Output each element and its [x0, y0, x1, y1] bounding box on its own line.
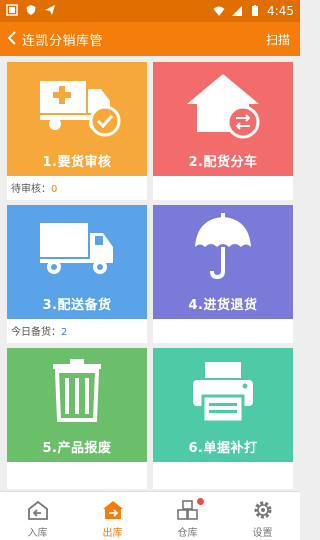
today-prep-info: 今日备货：2 — [11, 323, 67, 338]
app-bar: 连凯分销库管 扫描 — [0, 22, 300, 56]
wifi-icon — [213, 6, 225, 16]
tile-label: 1.要货审核 — [42, 155, 112, 170]
today-prep-count: 2 — [61, 327, 68, 338]
tile-product-scrap[interactable]: 5.产品报废 — [7, 348, 147, 462]
card-dispatch: 2.配货分车 — [153, 62, 293, 200]
tab-outbound[interactable]: 出库 — [75, 492, 150, 540]
back-button[interactable] — [6, 29, 18, 51]
pending-review-count: 0 — [51, 184, 58, 195]
card-product-scrap: 5.产品报废 — [7, 348, 147, 489]
today-prep-label: 今日备货： — [11, 327, 61, 338]
tab-label: 设置 — [252, 528, 273, 539]
tab-label: 入库 — [27, 528, 48, 539]
trash-icon — [53, 359, 101, 422]
tab-label: 出库 — [102, 528, 123, 539]
printer-icon — [193, 362, 253, 424]
card-delivery-prep: 3.配送备货 今日备货：2 — [7, 205, 147, 343]
tile-dispatch[interactable]: 2.配货分车 — [153, 62, 293, 176]
umbrella-icon — [195, 213, 251, 280]
tile-purchase-return[interactable]: 4.进货退货 — [153, 205, 293, 319]
tab-warehouse[interactable]: 仓库 — [150, 492, 225, 540]
page-title: 连凯分销库管 — [22, 34, 104, 49]
tab-inbound[interactable]: 入库 — [0, 492, 75, 540]
card-reprint: 6.单据补打 — [153, 348, 293, 489]
status-bar: 4:45 — [0, 0, 300, 22]
chevron-left-icon — [7, 31, 16, 45]
tab-settings[interactable]: 设置 — [225, 492, 300, 540]
truck-check-icon — [40, 81, 121, 137]
tab-label: 仓库 — [177, 528, 198, 539]
pending-review-label: 待审核： — [11, 184, 51, 195]
battery-icon — [252, 5, 259, 16]
outbound-house-icon — [103, 501, 123, 519]
house-swap-icon — [187, 74, 260, 139]
scan-button[interactable]: 扫描 — [266, 31, 290, 48]
tile-label: 4.进货退货 — [188, 298, 258, 313]
inbound-icon — [28, 500, 48, 520]
send-icon — [45, 5, 55, 15]
warehouse-badge — [197, 498, 204, 505]
card-order-review: 1.要货审核 待审核：0 — [7, 62, 147, 200]
status-time: 4:45 — [267, 4, 294, 18]
tile-delivery-prep[interactable]: 3.配送备货 — [7, 205, 147, 319]
gear-icon — [254, 501, 272, 519]
tile-label: 6.单据补打 — [188, 441, 258, 456]
tile-order-review[interactable]: 1.要货审核 — [7, 62, 147, 176]
tile-reprint[interactable]: 6.单据补打 — [153, 348, 293, 462]
signal-icon — [232, 6, 243, 16]
bottom-tab-bar: 入库 出库 仓库 设置 — [0, 491, 300, 540]
grid-icon — [6, 4, 18, 16]
shield-icon — [26, 5, 36, 15]
tile-label: 3.配送备货 — [42, 298, 112, 313]
tile-label: 5.产品报废 — [42, 441, 112, 456]
pending-review-info: 待审核：0 — [11, 180, 57, 195]
card-purchase-return: 4.进货退货 — [153, 205, 293, 343]
delivery-truck-icon — [40, 223, 113, 274]
tile-label: 2.配货分车 — [188, 155, 258, 170]
